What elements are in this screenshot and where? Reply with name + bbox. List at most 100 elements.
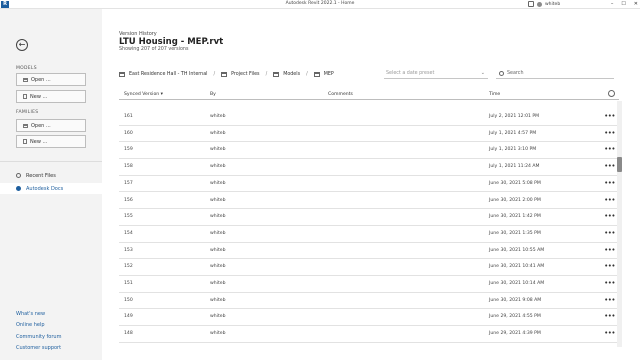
time-cell: July 2, 2021 12:01 PM <box>489 114 540 119</box>
table-row[interactable]: 150 whiteb June 30, 2021 9:08 AM ••• <box>119 293 619 310</box>
by-cell: whiteb <box>210 297 226 303</box>
families-new-button[interactable]: New ... <box>16 135 86 148</box>
scrollbar-thumb[interactable] <box>617 157 622 172</box>
more-options-icon[interactable]: ••• <box>604 229 615 237</box>
breadcrumb-item-project[interactable]: East Residence Hall - TH Internal <box>129 72 207 77</box>
folder-icon <box>23 123 28 128</box>
table-row[interactable]: 158 whiteb July 1, 2021 11:24 AM ••• <box>119 159 619 176</box>
table-row[interactable]: 151 whiteb June 30, 2021 10:14 AM ••• <box>119 276 619 293</box>
synced-version-label: Synced Version <box>124 92 160 97</box>
time-cell: June 30, 2021 9:08 AM <box>489 297 542 303</box>
version-cell: 158 <box>124 164 133 170</box>
more-options-icon[interactable]: ••• <box>604 262 615 270</box>
community-forum-link[interactable]: Community forum <box>16 334 61 340</box>
table-row[interactable]: 154 whiteb June 30, 2021 1:35 PM ••• <box>119 226 619 243</box>
cart-icon[interactable] <box>528 1 534 7</box>
breadcrumb-item-mep[interactable]: MEP <box>324 72 334 77</box>
breadcrumb-item-models[interactable]: Models <box>283 72 300 77</box>
back-button[interactable]: ← <box>16 39 28 51</box>
scrollbar-track[interactable] <box>617 101 622 347</box>
by-cell: whiteb <box>210 130 226 136</box>
sidebar-item-recent-files[interactable]: Recent Files <box>0 170 102 181</box>
time-cell: June 29, 2021 4:55 PM <box>489 314 541 320</box>
more-options-icon[interactable]: ••• <box>604 162 615 170</box>
gear-icon[interactable] <box>608 90 615 97</box>
by-cell: whiteb <box>210 230 226 236</box>
table-row[interactable]: 153 whiteb June 30, 2021 10:55 AM ••• <box>119 243 619 260</box>
close-button[interactable]: ✕ <box>634 1 638 7</box>
folder-icon <box>313 71 320 77</box>
user-name[interactable]: whiteb <box>545 2 560 7</box>
families-open-label: Open ... <box>31 122 51 129</box>
column-header-synced-version[interactable]: Synced Version ▾ <box>124 92 163 97</box>
table-row[interactable]: 159 whiteb July 1, 2021 3:10 PM ••• <box>119 142 619 160</box>
folder-icon <box>119 71 125 77</box>
clock-icon <box>16 173 21 178</box>
sidebar-item-autodesk-docs[interactable]: Autodesk Docs <box>0 183 102 194</box>
avatar[interactable] <box>537 1 542 7</box>
by-cell: whiteb <box>210 331 226 337</box>
minimize-button[interactable]: – <box>611 1 614 7</box>
models-open-button[interactable]: Open ... <box>16 73 86 86</box>
more-options-icon[interactable]: ••• <box>604 179 615 187</box>
table-row[interactable]: 148 whiteb June 29, 2021 4:39 PM ••• <box>119 326 619 343</box>
families-new-label: New ... <box>30 138 48 145</box>
more-options-icon[interactable]: ••• <box>604 329 615 337</box>
table-row[interactable]: 161 whiteb July 2, 2021 12:01 PM ••• <box>119 109 619 126</box>
more-options-icon[interactable]: ••• <box>604 279 615 287</box>
table-row[interactable]: 157 whiteb June 30, 2021 5:08 PM ••• <box>119 176 619 193</box>
more-options-icon[interactable]: ••• <box>604 246 615 254</box>
whats-new-link[interactable]: What's new <box>16 311 45 317</box>
models-new-button[interactable]: New ... <box>16 90 86 103</box>
time-cell: June 30, 2021 1:35 PM <box>489 230 541 236</box>
breadcrumb-separator: / <box>306 71 308 77</box>
date-preset-select[interactable]: Select a date preset ⌄ <box>384 69 488 79</box>
column-header-comments[interactable]: Comments <box>328 92 353 97</box>
sidebar-divider <box>0 161 102 162</box>
search-input[interactable]: Search <box>496 69 614 79</box>
more-options-icon[interactable]: ••• <box>604 145 615 153</box>
arrow-left-icon: ← <box>18 40 26 49</box>
version-cell: 156 <box>124 197 133 203</box>
date-preset-placeholder: Select a date preset <box>386 71 435 76</box>
time-cell: July 1, 2021 4:57 PM <box>489 130 537 136</box>
new-file-icon <box>23 94 27 99</box>
table-row[interactable]: 149 whiteb June 29, 2021 4:55 PM ••• <box>119 309 619 327</box>
families-open-button[interactable]: Open ... <box>16 119 86 132</box>
more-options-icon[interactable]: ••• <box>604 112 615 120</box>
breadcrumb-item-project-files[interactable]: Project Files <box>231 72 259 77</box>
recent-files-label: Recent Files <box>26 172 56 179</box>
column-header-by[interactable]: By <box>210 92 216 97</box>
page-title: LTU Housing - MEP.rvt <box>119 37 224 47</box>
version-cell: 157 <box>124 180 133 186</box>
time-cell: July 1, 2021 11:24 AM <box>489 164 540 170</box>
more-options-icon[interactable]: ••• <box>604 212 615 220</box>
title-bar: R Autodesk Revit 2022.1 - Home whiteb – … <box>0 0 640 9</box>
more-options-icon[interactable]: ••• <box>604 296 615 304</box>
version-cell: 149 <box>124 314 133 320</box>
version-cell: 160 <box>124 130 133 136</box>
more-options-icon[interactable]: ••• <box>604 312 615 320</box>
table-row[interactable]: 156 whiteb June 30, 2021 2:00 PM ••• <box>119 193 619 210</box>
by-cell: whiteb <box>210 180 226 186</box>
search-icon <box>499 71 504 76</box>
folder-icon <box>221 71 228 77</box>
table-row[interactable]: 160 whiteb July 1, 2021 4:57 PM ••• <box>119 126 619 143</box>
user-area[interactable]: whiteb <box>528 1 560 7</box>
by-cell: whiteb <box>210 147 226 153</box>
models-open-label: Open ... <box>31 76 51 83</box>
breadcrumb: East Residence Hall - TH Internal / Proj… <box>119 69 334 79</box>
maximize-button[interactable]: ☐ <box>621 1 625 7</box>
table-row[interactable]: 155 whiteb June 30, 2021 1:42 PM ••• <box>119 209 619 226</box>
column-header-time[interactable]: Time <box>489 92 500 97</box>
search-placeholder: Search <box>507 71 524 76</box>
versions-table: 161 whiteb July 2, 2021 12:01 PM ••• 160 whit… <box>119 101 619 349</box>
table-row[interactable]: 152 whiteb June 30, 2021 10:41 AM ••• <box>119 259 619 276</box>
by-cell: whiteb <box>210 281 226 286</box>
customer-support-link[interactable]: Customer support <box>16 345 61 351</box>
more-options-icon[interactable]: ••• <box>604 129 615 137</box>
online-help-link[interactable]: Online help <box>16 322 45 328</box>
chevron-down-icon: ⌄ <box>480 70 485 76</box>
by-cell: whiteb <box>210 264 226 270</box>
more-options-icon[interactable]: ••• <box>604 196 615 204</box>
